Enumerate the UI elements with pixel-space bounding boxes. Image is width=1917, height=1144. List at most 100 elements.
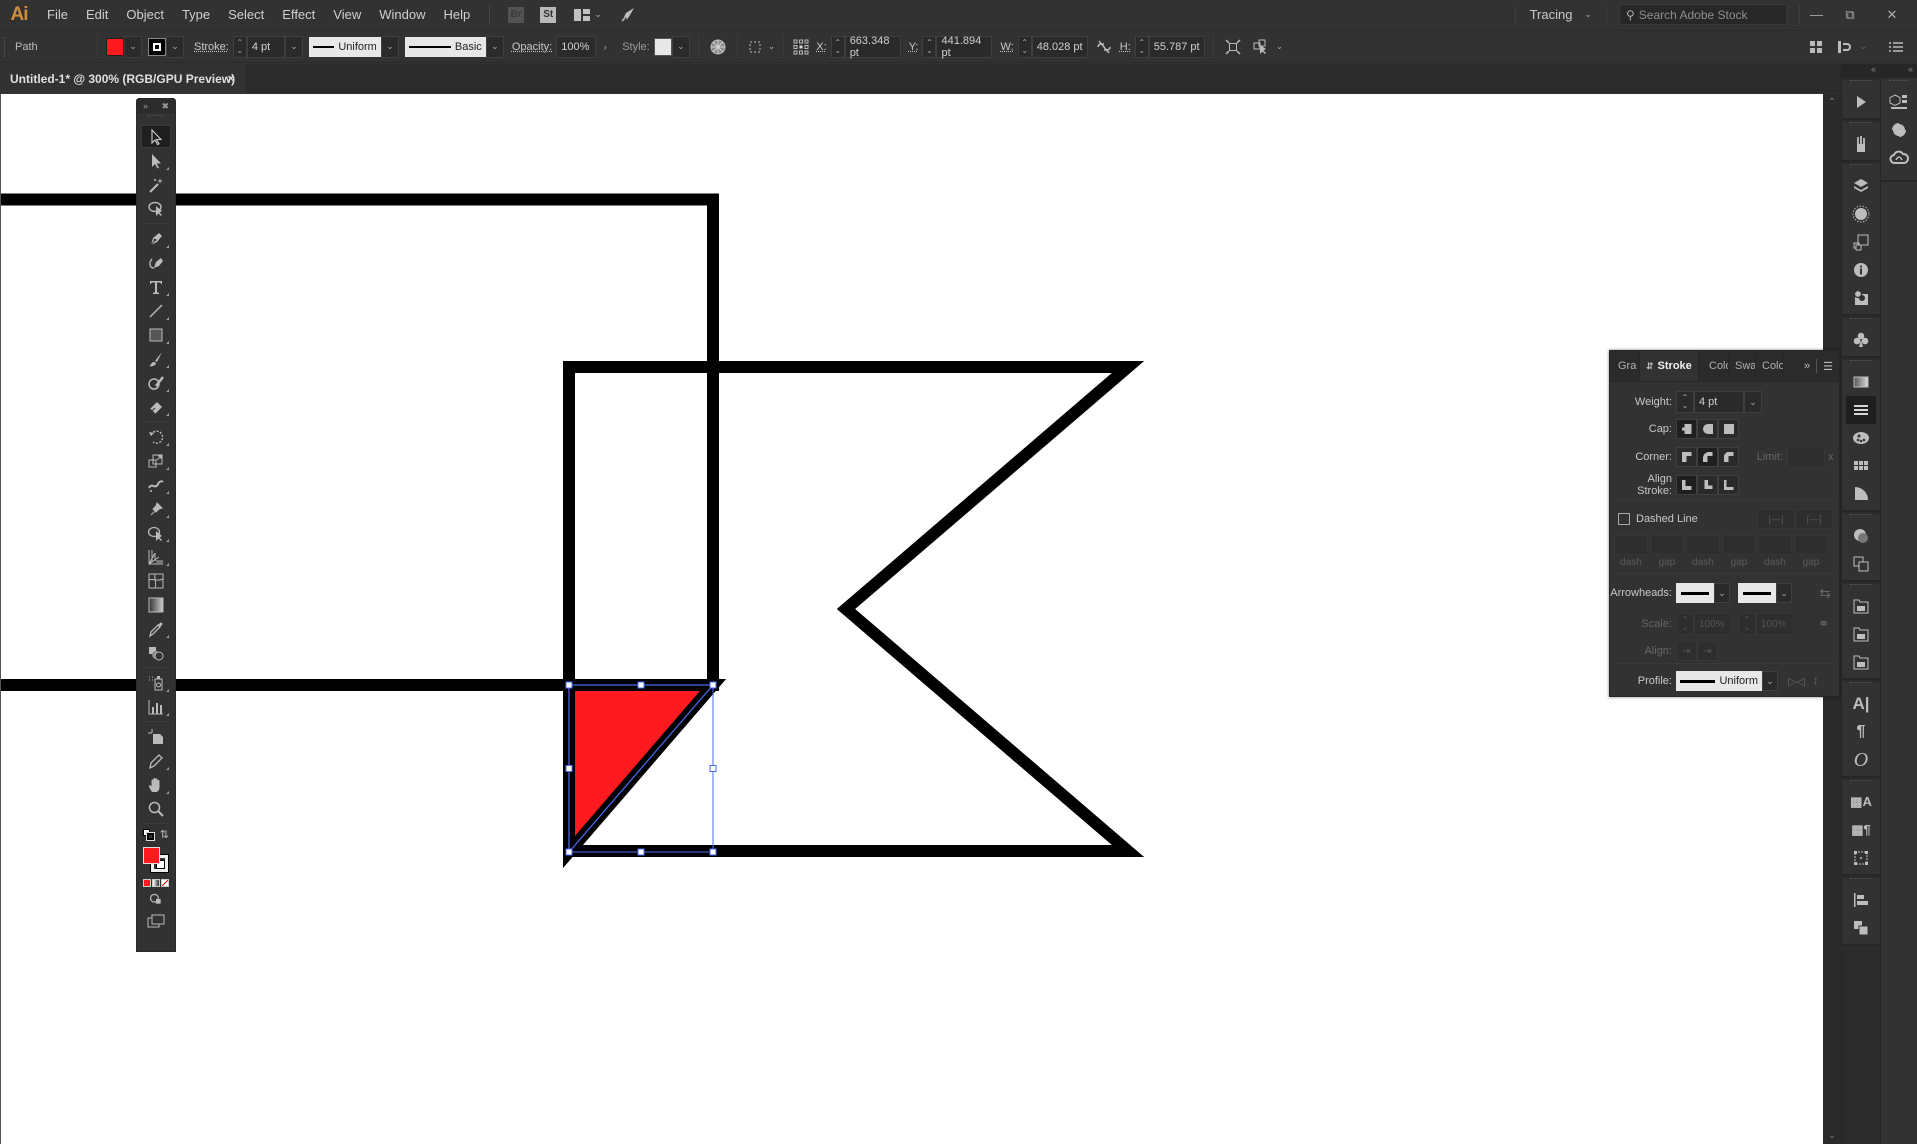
screen-mode-icon[interactable] [141, 909, 171, 932]
opacity-label[interactable]: Opacity: [512, 41, 552, 53]
dashed-line-checkbox[interactable] [1618, 513, 1630, 525]
start-arrowhead-select[interactable] [1676, 583, 1714, 603]
search-adobe-stock-input[interactable]: ⚲ Search Adobe Stock [1619, 4, 1787, 25]
rectangle-tool[interactable] [141, 323, 171, 346]
handle-bottom-middle[interactable] [637, 848, 645, 856]
minimize-button[interactable]: — [1799, 3, 1833, 26]
align-panel-icon[interactable] [1846, 886, 1876, 914]
paragraph-styles-panel-icon[interactable]: ▩¶ [1846, 816, 1876, 844]
graphic-style-swatch[interactable] [653, 37, 672, 56]
scroll-down-icon[interactable]: ⌄ [1823, 1130, 1841, 1141]
bevel-join-button[interactable] [1718, 447, 1739, 467]
handle-top-middle[interactable] [637, 681, 645, 689]
swap-arrowheads-icon[interactable]: ⇆ [1819, 585, 1831, 602]
handle-bottom-left[interactable] [565, 848, 573, 856]
column-graph-tool[interactable] [141, 695, 171, 718]
collapse-dock-icon[interactable]: « [1842, 64, 1880, 78]
start-arrowhead-dropdown[interactable]: ⌄ [1714, 583, 1730, 603]
paragraph-panel-icon[interactable]: ¶ [1846, 718, 1876, 746]
handle-middle-right[interactable] [709, 765, 717, 772]
variable-width-profile[interactable]: Uniform [308, 36, 381, 57]
w-field[interactable]: 48.028 pt [1031, 35, 1088, 58]
align-panel-icon[interactable] [1805, 39, 1827, 54]
isolate-selected-icon[interactable] [1250, 39, 1272, 55]
arrange-documents-icon[interactable] [574, 8, 591, 21]
zoom-tool[interactable] [141, 797, 171, 820]
fill-swatch[interactable] [143, 847, 160, 864]
actions-panel-icon[interactable] [1846, 88, 1876, 116]
tab-color[interactable]: Colo [1699, 351, 1729, 381]
swap-fill-stroke-icon[interactable]: ⇅ [160, 828, 169, 841]
opacity-field[interactable]: 100% [556, 35, 597, 58]
transparency-panel-icon[interactable] [1846, 522, 1876, 550]
artboards-panel-icon[interactable] [1846, 228, 1876, 256]
menu-window[interactable]: Window [370, 0, 434, 29]
x-label[interactable]: X: [816, 41, 826, 53]
style-dropdown[interactable]: ⌄ [671, 35, 690, 58]
eraser-tool[interactable] [141, 395, 171, 418]
tab-stroke[interactable]: ⇵ Stroke [1640, 351, 1699, 381]
restore-button[interactable]: ⧉ [1833, 4, 1867, 26]
cc-sync-icon[interactable] [1884, 116, 1914, 144]
artboard-tool[interactable] [141, 725, 171, 748]
lasso-tool[interactable] [141, 197, 171, 220]
stroke-weight-stepper[interactable]: ⌃ ⌄ [232, 35, 247, 58]
transform-panel-icon[interactable] [1846, 844, 1876, 872]
puppet-warp-tool[interactable] [141, 497, 171, 520]
collapse-dock-icon[interactable]: « [1881, 64, 1917, 78]
layers-panel-icon[interactable] [1846, 172, 1876, 200]
rocket-icon[interactable] [620, 7, 636, 23]
shaper-tool[interactable] [141, 371, 171, 394]
document-tab[interactable]: Untitled-1* @ 300% (RGB/GPU Preview) × [0, 64, 246, 93]
menu-file[interactable]: File [38, 0, 77, 29]
chevron-down-icon[interactable]: ⌄ [1276, 41, 1284, 52]
x-stepper[interactable]: ⌃ ⌄ [830, 35, 845, 58]
tab-gradient[interactable]: Gra [1610, 351, 1640, 381]
chevron-down-icon[interactable]: ⌄ [768, 41, 776, 52]
y-stepper[interactable]: ⌃ ⌄ [922, 35, 937, 58]
character-styles-panel-icon[interactable]: ▩A [1846, 788, 1876, 816]
swatches-panel-icon[interactable] [1846, 452, 1876, 480]
close-window-button[interactable]: ✕ [1867, 4, 1917, 26]
brushes-panel-icon[interactable] [1846, 130, 1876, 158]
weight-dropdown[interactable]: ⌄ [1744, 391, 1762, 413]
weight-stepper[interactable]: ⌃ ⌄ [1676, 391, 1694, 413]
round-join-button[interactable] [1697, 447, 1718, 467]
stroke-weight-dropdown[interactable]: ⌄ [284, 35, 303, 58]
paintbrush-tool[interactable] [141, 347, 171, 370]
reference-point-icon[interactable] [792, 39, 810, 55]
fill-color-swatch[interactable] [106, 37, 124, 56]
align-center-button[interactable] [1676, 475, 1697, 495]
h-stepper[interactable]: ⌃ ⌄ [1134, 35, 1149, 58]
weight-field[interactable]: 4 pt [1694, 391, 1744, 413]
profile-dropdown[interactable]: ⌄ [380, 35, 399, 58]
w-stepper[interactable]: ⌃ ⌄ [1017, 35, 1032, 58]
end-arrowhead-select[interactable] [1738, 583, 1776, 603]
x-field[interactable]: 663.348 pt [844, 35, 901, 59]
profile-dropdown[interactable]: ⌄ [1762, 671, 1778, 691]
gradient-mode-icon[interactable] [152, 879, 160, 887]
type-tool[interactable] [141, 275, 171, 298]
line-segment-tool[interactable] [141, 299, 171, 322]
chevron-down-icon[interactable]: ⌄ [1859, 41, 1867, 52]
h-field[interactable]: 55.787 pt [1148, 35, 1205, 58]
symbol-sprayer-tool[interactable] [141, 671, 171, 694]
appearance-panel-icon[interactable] [1846, 200, 1876, 228]
info-panel-icon[interactable] [1846, 256, 1876, 284]
draw-mode-icon[interactable] [141, 890, 171, 908]
profile-select[interactable]: Uniform [1676, 671, 1762, 691]
slice-tool[interactable] [141, 749, 171, 772]
stock-button[interactable]: St [540, 6, 557, 23]
workspace-switcher[interactable]: Tracing ⌄ [1514, 5, 1607, 24]
h-label[interactable]: H: [1120, 41, 1131, 53]
handle-top-right[interactable] [709, 681, 717, 689]
magic-wand-tool[interactable] [141, 173, 171, 196]
tab-color-guide[interactable]: Colo [1756, 351, 1784, 381]
chevron-down-icon[interactable]: ⌄ [594, 9, 602, 20]
panel-menu-icon[interactable] [1881, 41, 1911, 53]
menu-select[interactable]: Select [219, 0, 273, 29]
default-fill-stroke-icon[interactable] [143, 828, 155, 841]
asset-export-panel-icon[interactable] [1884, 88, 1914, 116]
perspective-grid-tool[interactable] [141, 545, 171, 568]
fill-dropdown[interactable]: ⌄ [124, 35, 142, 58]
